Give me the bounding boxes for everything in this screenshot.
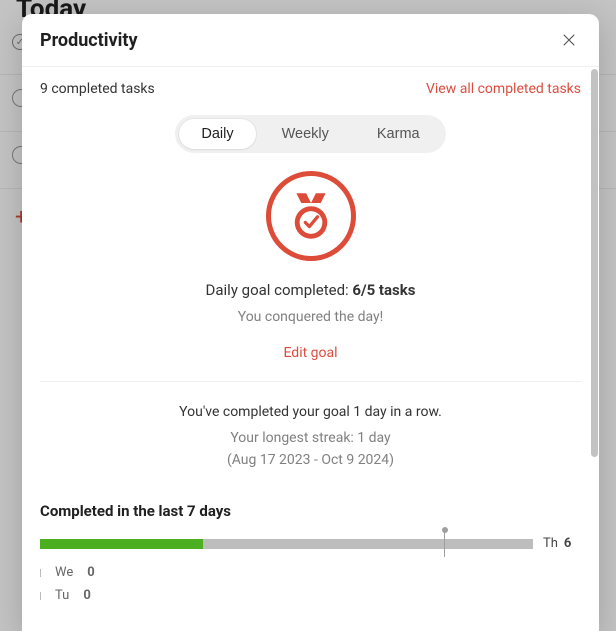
divider — [40, 381, 581, 382]
streak-range: (Aug 17 2023 - Oct 9 2024) — [40, 452, 581, 468]
bar-fill — [40, 539, 203, 549]
modal-body[interactable]: 9 completed tasks View all completed tas… — [22, 67, 599, 631]
history-value: 0 — [83, 588, 90, 603]
history-row: We 0 — [40, 561, 581, 584]
history-label: We — [55, 565, 73, 580]
medal-icon — [285, 190, 337, 242]
tick-icon — [40, 592, 41, 600]
medal-graphic — [40, 171, 581, 261]
streak-sub: Your longest streak: 1 day — [40, 430, 581, 446]
productivity-modal: Productivity 9 completed tasks View all … — [22, 14, 599, 631]
scrollbar-thumb[interactable] — [591, 69, 598, 457]
completed-count: 9 completed tasks — [40, 81, 155, 97]
bar-track — [40, 539, 533, 549]
goal-ratio: 6/5 tasks — [352, 281, 415, 299]
tab-daily[interactable]: Daily — [179, 119, 255, 149]
edit-goal-link[interactable]: Edit goal — [40, 345, 581, 361]
goal-status: Daily goal completed: 6/5 tasks — [40, 281, 581, 299]
modal-title: Productivity — [40, 30, 138, 51]
goal-marker-icon — [444, 531, 445, 557]
tab-weekly[interactable]: Weekly — [260, 119, 351, 149]
history-list: We 0 Tu 0 — [40, 561, 581, 607]
streak-line: You've completed your goal 1 day in a ro… — [40, 404, 581, 420]
tabs: Daily Weekly Karma — [40, 115, 581, 153]
close-button[interactable] — [557, 28, 581, 52]
today-bar-row: Th 6 — [40, 536, 581, 551]
modal-header: Productivity — [22, 14, 599, 67]
tab-karma[interactable]: Karma — [355, 119, 442, 149]
today-label: Th — [543, 536, 558, 551]
goal-prefix: Daily goal completed: — [206, 281, 353, 299]
today-value: 6 — [564, 536, 571, 551]
history-row: Tu 0 — [40, 584, 581, 607]
close-icon — [560, 31, 578, 49]
goal-subline: You conquered the day! — [40, 309, 581, 325]
history-label: Tu — [55, 588, 69, 603]
tick-icon — [40, 569, 41, 577]
history-value: 0 — [87, 565, 94, 580]
view-all-link[interactable]: View all completed tasks — [426, 81, 581, 97]
scrollbar[interactable] — [590, 67, 599, 631]
chart-title: Completed in the last 7 days — [40, 502, 581, 520]
